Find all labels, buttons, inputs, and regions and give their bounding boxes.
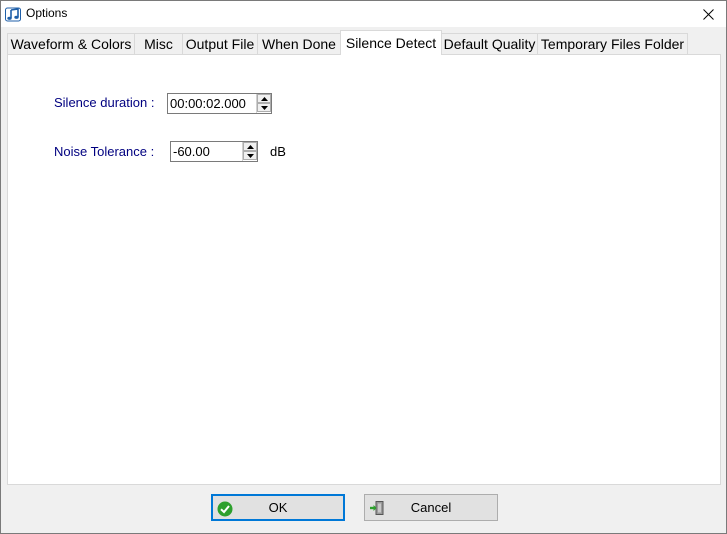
noise-tolerance-label: Noise Tolerance : [54, 144, 155, 159]
noise-tolerance-input[interactable] [171, 142, 241, 161]
tab-output-file[interactable]: Output File [182, 33, 258, 54]
tab-strip: Waveform & Colors Misc Output File When … [7, 30, 721, 55]
silence-duration-spinner [167, 93, 272, 114]
noise-tolerance-spinner [170, 141, 258, 162]
close-icon [702, 8, 714, 20]
options-window: Options Waveform & Colors Misc Output Fi… [0, 0, 727, 534]
tab-silence-detect[interactable]: Silence Detect [340, 30, 442, 55]
spin-down-icon [260, 105, 268, 110]
ok-button[interactable]: OK [211, 494, 345, 521]
spin-up-icon [246, 144, 254, 149]
silence-duration-down-button[interactable] [257, 103, 271, 112]
noise-tolerance-down-button[interactable] [243, 151, 257, 160]
tab-default-quality[interactable]: Default Quality [441, 33, 538, 54]
silence-duration-up-button[interactable] [257, 94, 271, 103]
tab-temporary-files-folder[interactable]: Temporary Files Folder [537, 33, 688, 54]
spin-down-icon [246, 153, 254, 158]
tab-when-done[interactable]: When Done [257, 33, 341, 54]
silence-detect-page: Silence duration : Noise Tolerance : [7, 54, 721, 485]
title-bar: Options [1, 1, 726, 27]
noise-tolerance-unit: dB [270, 144, 286, 159]
spin-up-icon [260, 96, 268, 101]
tab-waveform-colors[interactable]: Waveform & Colors [7, 33, 135, 54]
close-button[interactable] [690, 1, 726, 27]
tab-misc[interactable]: Misc [134, 33, 183, 54]
music-note-icon [5, 6, 21, 22]
window-title: Options [26, 6, 68, 20]
cancel-button[interactable]: Cancel [364, 494, 498, 521]
silence-duration-input[interactable] [168, 94, 254, 113]
exit-door-icon [369, 500, 385, 516]
noise-tolerance-spin-buttons [242, 142, 257, 161]
silence-duration-label: Silence duration : [54, 95, 155, 110]
checkmark-icon [217, 501, 233, 517]
noise-tolerance-up-button[interactable] [243, 142, 257, 151]
silence-duration-spin-buttons [256, 94, 271, 113]
